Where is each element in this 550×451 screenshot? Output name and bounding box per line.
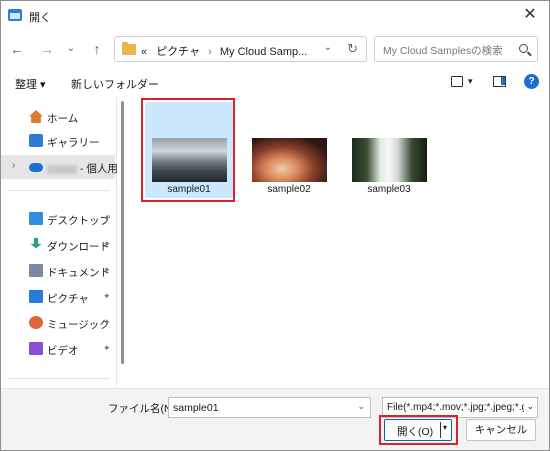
forward-arrow-icon[interactable]: → [39,41,55,57]
help-icon[interactable]: ? [524,74,539,89]
file-name: sample03 [367,184,411,195]
view-dropdown-icon[interactable]: ▾ [468,76,473,87]
view-icon[interactable] [451,76,463,87]
chevron-down-icon[interactable]: ⌄ [524,401,534,412]
address-bar[interactable]: « ピクチャ › My Cloud Samp... ⌄ ↻ [114,36,367,62]
sidebar-item-music[interactable]: ミュージック ✦ [1,311,115,335]
thumbnail-image [252,138,327,182]
recent-locations-icon[interactable]: ⌄ [63,41,79,57]
highlight-box [379,415,458,445]
home-icon [29,110,43,123]
sidebar-item-label: ダウンロード [47,241,110,253]
gallery-icon [29,134,43,147]
pin-icon[interactable]: ✦ [103,239,111,250]
pin-icon[interactable]: ✦ [103,213,111,224]
sidebar-item-gallery[interactable]: ギャラリー [1,129,115,153]
navigation-bar: ← → ⌄ ↑ « ピクチャ › My Cloud Samp... ⌄ ↻ My… [1,31,549,69]
breadcrumb-separator: › [208,46,212,58]
sidebar-item-onedrive[interactable]: › - 個人用 [1,155,118,179]
sidebar-item-home[interactable]: ホーム [1,105,115,129]
sidebar-item-label: - 個人用 [47,161,118,176]
search-placeholder: My Cloud Samplesの検索 [383,45,503,57]
sidebar-item-videos[interactable]: ビデオ ✦ [1,337,115,361]
download-icon [30,238,42,249]
chevron-right-icon[interactable]: › [12,160,15,171]
onedrive-label: - 個人用 [80,163,118,175]
music-icon [29,316,43,329]
file-name: sample02 [267,184,311,195]
sidebar-item-label: ミュージック [47,319,110,331]
pin-icon[interactable]: ✦ [103,291,111,302]
search-input[interactable]: My Cloud Samplesの検索 [374,36,538,62]
search-icon[interactable] [519,44,528,53]
pin-icon[interactable]: ✦ [103,317,111,328]
filename-value: sample01 [173,402,219,414]
breadcrumb-pictures[interactable]: ピクチャ [156,46,200,58]
app-icon [8,9,22,21]
cancel-button[interactable]: キャンセル [466,419,536,441]
organize-button[interactable]: 整理 ▾ [15,76,46,92]
sidebar-item-label: ギャラリー [47,137,100,149]
new-folder-button[interactable]: 新しいフォルダー [71,76,159,92]
sidebar-item-documents[interactable]: ドキュメント ✦ [1,259,115,283]
sidebar-item-label: デスクトップ [47,215,110,227]
desktop-icon [29,212,43,225]
command-bar: 整理 ▾ 新しいフォルダー ▾ ? [1,69,549,97]
sidebar-item-downloads[interactable]: ダウンロード ✦ [1,233,115,257]
breadcrumb: « ピクチャ › My Cloud Samp... [141,43,307,59]
sidebar-item-pictures[interactable]: ピクチャ ✦ [1,285,115,309]
refresh-icon[interactable]: ↻ [347,41,358,57]
pictures-icon [29,290,43,303]
thumbnail-image [352,138,427,182]
chevron-down-icon[interactable]: ⌄ [324,42,332,53]
video-icon [29,342,43,355]
sidebar-item-label: ホーム [47,113,79,125]
close-icon[interactable]: ✕ [521,6,539,24]
pin-icon[interactable]: ✦ [103,265,111,276]
highlight-box [141,98,235,202]
pin-icon[interactable]: ✦ [103,343,111,354]
navigation-pane: ホーム ギャラリー › - 個人用 デスクトップ ✦ ダウンロード ✦ ドキュメ… [1,97,118,387]
filetype-value: File(*.mp4;*.mov;*.jpg;*.jpeg;*.gif [387,402,533,413]
documents-icon [29,264,43,277]
window-title: 開く [29,12,51,24]
chevron-down-icon[interactable]: ⌄ [357,401,365,412]
sidebar-divider [9,378,110,379]
title-bar: 開く ✕ [1,1,549,31]
sidebar-item-desktop[interactable]: デスクトップ ✦ [1,207,115,231]
breadcrumb-overflow[interactable]: « [141,46,147,58]
sidebar-divider [9,190,110,191]
redacted-name [47,164,77,174]
file-item-sample03[interactable]: sample03 [345,102,433,198]
sidebar-scrollbar[interactable] [121,101,124,364]
sidebar-item-label: ピクチャ [47,293,89,305]
file-item-sample02[interactable]: sample02 [245,102,333,198]
open-file-dialog: 開く ✕ ← → ⌄ ↑ « ピクチャ › My Cloud Samp... ⌄… [0,0,550,451]
filename-input[interactable]: sample01 ⌄ [168,397,371,418]
breadcrumb-current[interactable]: My Cloud Samp... [220,46,307,58]
preview-pane-icon[interactable] [493,76,506,87]
up-arrow-icon[interactable]: ↑ [89,41,105,57]
cloud-icon [29,163,43,172]
folder-icon [122,42,136,55]
back-arrow-icon[interactable]: ← [9,41,25,57]
sidebar-item-label: ビデオ [47,345,79,357]
sidebar-item-label: ドキュメント [47,267,110,279]
